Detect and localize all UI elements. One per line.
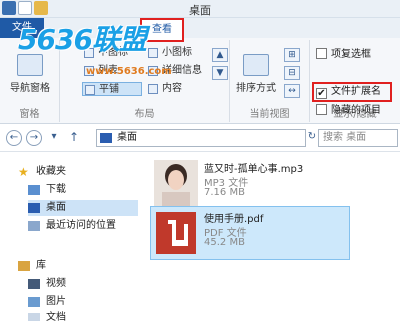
sort-by-label: 排序方式 [236, 83, 276, 94]
search-input[interactable]: 搜索 桌面 [318, 129, 398, 147]
nav-pane-label: 导航窗格 [10, 83, 50, 94]
small-icons-icon [148, 48, 158, 58]
nav-item-favorites[interactable]: ★ 收藏夹 [18, 164, 138, 180]
add-columns-icon[interactable]: ⊟ [284, 66, 300, 80]
desktop-location-icon [100, 133, 112, 143]
window-title: 桌面 [189, 4, 211, 17]
sort-icon [243, 54, 269, 76]
file-item-pdf[interactable]: 使用手册.pdf PDF 文件 45.2 MB [150, 206, 400, 260]
layout-scroll-down-icon[interactable]: ▼ [212, 66, 228, 80]
item-checkboxes-checkbox[interactable] [316, 48, 327, 59]
site-watermark-url: www.5636.com [86, 66, 172, 77]
mp3-thumbnail [154, 160, 198, 206]
nav-item-recent[interactable]: 最近访问的位置 [28, 218, 148, 234]
tab-view[interactable]: 查看 [140, 18, 184, 42]
layout-scroll-up-icon[interactable]: ▲ [212, 48, 228, 62]
nav-item-pictures[interactable]: 图片 [28, 294, 138, 310]
file-name: 蓝又时-孤单心事.mp3 [204, 164, 304, 175]
layout-small-icons[interactable]: 小图标 [146, 46, 210, 60]
checkbox-hidden-items[interactable]: 隐藏的项目 [316, 104, 381, 118]
recent-locations-icon[interactable]: ▾ [46, 130, 62, 146]
address-path: 桌面 [117, 132, 137, 143]
tiles-icon [85, 85, 95, 95]
nav-pane-button[interactable]: 导航窗格 [4, 54, 56, 94]
nav-item-desktop[interactable]: 桌面 [28, 200, 138, 216]
address-bar: ← → ▾ ↑ 桌面 ↻ 搜索 桌面 [0, 124, 400, 152]
navigation-pane: ★ 收藏夹 下载 桌面 最近访问的位置 库 视频 图片 文档 [0, 152, 150, 321]
back-icon[interactable]: ← [6, 130, 22, 146]
file-list: 蓝又时-孤单心事.mp3 MP3 文件 7.16 MB 使用手册.pdf PDF… [150, 152, 400, 321]
group-by-icon[interactable]: ⊞ [284, 48, 300, 62]
layout-tiles[interactable]: 平铺 [82, 82, 142, 96]
recent-icon [28, 221, 40, 231]
layout-content[interactable]: 内容 [146, 82, 210, 96]
group-layout-label: 布局 [134, 109, 155, 120]
group-panes-label: 窗格 [19, 109, 40, 120]
desktop-icon [28, 203, 40, 213]
document-icon [28, 313, 40, 321]
file-size: 45.2 MB [204, 237, 245, 248]
sort-by-button[interactable]: 排序方式 [232, 54, 280, 94]
forward-icon[interactable]: → [26, 130, 42, 146]
title-bar: 桌面 [0, 0, 400, 18]
content-icon [148, 84, 158, 94]
file-size: 7.16 MB [204, 187, 245, 198]
address-input[interactable]: 桌面 [96, 129, 306, 147]
star-icon: ★ [18, 165, 29, 179]
nav-item-documents[interactable]: 文档 [28, 310, 138, 321]
pdf-icon [154, 210, 198, 256]
checkbox-item-checkboxes[interactable]: 项复选框 [316, 48, 371, 62]
up-icon[interactable]: ↑ [66, 130, 82, 146]
download-icon [28, 185, 40, 195]
size-columns-icon[interactable]: ↔ [284, 84, 300, 98]
file-name: 使用手册.pdf [204, 214, 264, 225]
site-watermark-logo: 5636联盟 [18, 23, 147, 56]
picture-icon [28, 297, 40, 307]
hidden-items-checkbox[interactable] [316, 104, 327, 115]
file-item-mp3[interactable]: 蓝又时-孤单心事.mp3 MP3 文件 7.16 MB [150, 156, 400, 210]
file-extensions-highlight [312, 82, 392, 102]
video-icon [28, 279, 40, 289]
nav-item-libraries[interactable]: 库 [18, 258, 138, 274]
nav-item-videos[interactable]: 视频 [28, 276, 138, 292]
nav-item-downloads[interactable]: 下载 [28, 182, 138, 198]
group-current-view-label: 当前视图 [249, 109, 290, 120]
library-icon [18, 261, 30, 271]
group-current-view: 排序方式 ⊞ ⊟ ↔ 当前视图 [230, 40, 310, 122]
